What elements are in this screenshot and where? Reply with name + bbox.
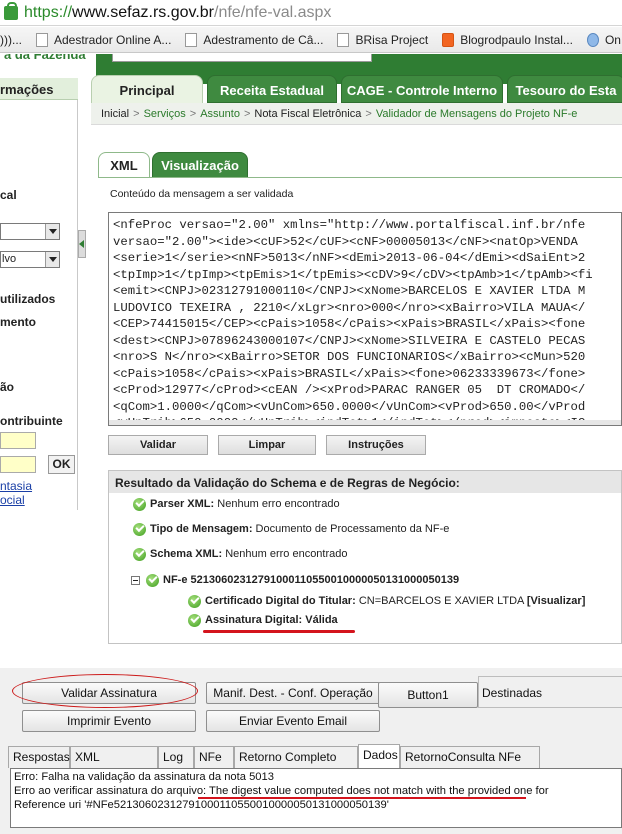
left-section-title: ontribuinte	[0, 414, 63, 428]
visualizar-link[interactable]: Visualizar	[531, 595, 582, 607]
destinadas-label: Destinadas	[482, 686, 543, 700]
collapse-panel-icon[interactable]	[78, 230, 86, 258]
highlight-underline	[203, 630, 355, 633]
chevron-down-icon	[45, 224, 59, 239]
imprimir-evento-button[interactable]: Imprimir Evento	[22, 710, 196, 732]
tab-retorno-completo[interactable]: Retorno Completo WS	[234, 746, 358, 784]
xml-line: <cPais>1058</cPais><xPais>BRASIL</xPais>…	[113, 366, 586, 381]
breadcrumb-item[interactable]: Assunto	[200, 108, 240, 120]
tab-dados[interactable]: Dados	[358, 744, 400, 768]
site-search-input[interactable]	[112, 54, 372, 62]
left-select-2[interactable]: lvo	[0, 251, 60, 268]
log-line: Erro ao verificar assinatura do arquivo:…	[14, 785, 549, 797]
log-line: Erro: Falha na validação da assinatura d…	[14, 771, 274, 783]
page-icon	[337, 32, 350, 47]
xml-line: <cProd>12977</cProd><cEAN /><xProd>PARAC…	[113, 383, 586, 397]
tab-visualizacao[interactable]: Visualização	[152, 152, 248, 178]
result-tipo: Tipo de Mensagem: Documento de Processam…	[150, 523, 450, 535]
left-select-1[interactable]	[0, 223, 60, 240]
breadcrumb-item[interactable]: Validador de Mensagens do Projeto NF-e	[376, 108, 578, 120]
highlight-oval	[12, 674, 198, 708]
check-icon	[146, 574, 159, 587]
tab-xml[interactable]: XML	[98, 152, 150, 178]
breadcrumb-item[interactable]: Serviços	[144, 108, 186, 120]
xml-line: <serie>1</serie><nNF>5013</nNF><dEmi>201…	[113, 251, 586, 265]
tab-receita-estadual[interactable]: Receita Estadual	[207, 75, 337, 103]
tab-log[interactable]: Log	[158, 746, 194, 768]
log-line: Reference uri '#NFe521306023127910001105…	[14, 799, 389, 811]
tab-respostas[interactable]: Respostas	[8, 746, 70, 768]
highlight-underline	[198, 797, 526, 799]
bookmark-item[interactable]: Adestramento de Câ...	[185, 32, 323, 47]
button1-button[interactable]: Button1	[378, 682, 478, 708]
content-label: Conteúdo da mensagem a ser validada	[110, 188, 294, 200]
result-nfe-node: NF-e 52130602312791000110550010000050131…	[163, 574, 460, 586]
main-tabs: Principal Receita Estadual CAGE - Contro…	[91, 75, 622, 103]
xml-textarea[interactable]: <nfeProc versao="2.00" xmlns="http://www…	[108, 212, 622, 426]
address-bar[interactable]: https://www.sefaz.rs.gov.br/nfe/nfe-val.…	[0, 0, 622, 26]
result-certificado: Certificado Digital do Titular: CN=BARCE…	[205, 595, 586, 607]
chevron-down-icon	[45, 252, 59, 267]
left-input-1[interactable]	[0, 432, 36, 449]
result-assinatura: Assinatura Digital: Válida	[205, 614, 338, 626]
check-icon	[133, 548, 146, 561]
ok-button[interactable]: OK	[48, 455, 75, 474]
tab-retorno-consulta[interactable]: RetornoConsulta NFe 2.01	[400, 746, 540, 784]
tab-principal[interactable]: Principal	[91, 75, 203, 103]
tab-cage[interactable]: CAGE - Controle Interno	[341, 75, 503, 103]
left-link[interactable]: ntasia	[0, 479, 32, 493]
left-link[interactable]: ocial	[0, 493, 25, 507]
xml-line: versao="2.00"><ide><cUF>52</cUF><cNF>000…	[113, 234, 578, 249]
page-icon	[36, 32, 48, 47]
bookmark-item[interactable]: Adestrador Online A...	[36, 32, 171, 47]
blogger-icon	[442, 32, 455, 47]
check-icon	[188, 614, 201, 627]
left-input-2[interactable]	[0, 456, 36, 473]
tab-xml-resposta[interactable]: XML Resposta	[70, 746, 158, 784]
result-schema: Schema XML: Nenhum erro encontrado	[150, 548, 348, 560]
xml-line: <nfeProc versao="2.00" xmlns="http://www…	[113, 218, 586, 232]
url-text[interactable]: https://www.sefaz.rs.gov.br/nfe/nfe-val.…	[24, 4, 331, 22]
lock-icon	[4, 1, 18, 20]
page-icon	[185, 32, 198, 47]
enviar-evento-button[interactable]: Enviar Evento Email	[206, 710, 380, 732]
breadcrumb-item[interactable]: Inicial	[101, 108, 129, 120]
bookmark-item[interactable]: Blogrodpaulo Instal...	[442, 32, 573, 47]
check-icon	[188, 595, 201, 608]
collapse-tree-icon[interactable]	[131, 576, 140, 585]
tab-divider	[98, 177, 622, 178]
xml-line: <CEP>74415015</CEP><cPais>1058</cPais><x…	[113, 317, 586, 331]
bookmark-item[interactable]: )))...	[0, 33, 22, 47]
instrucoes-button[interactable]: Instruções	[326, 435, 426, 455]
xml-line: <dest><CNPJ>07896243000107</CNPJ><xNome>…	[113, 333, 586, 348]
left-panel: rmações cal lvo utilizados mento ão ontr…	[0, 78, 78, 510]
app-tabs: Respostas XML Resposta Log NFe Retorno C…	[8, 744, 622, 784]
xml-line: <nro>S N</nro><xBairro>SETOR DOS FUNCION…	[113, 350, 586, 364]
result-parser: Parser XML: Nenhum erro encontrado	[150, 498, 340, 510]
horizontal-scrollbar[interactable]	[109, 420, 621, 425]
left-item[interactable]: cal	[0, 188, 17, 202]
tab-nfe[interactable]: NFe	[194, 746, 234, 768]
left-item[interactable]: mento	[0, 315, 36, 329]
limpar-button[interactable]: Limpar	[218, 435, 316, 455]
xml-line: <tpImp>1</tpImp><tpEmis>1</tpEmis><cDV>9…	[113, 267, 593, 282]
tab-tesouro[interactable]: Tesouro do Esta	[507, 75, 622, 103]
validar-button[interactable]: Validar	[108, 435, 208, 455]
bookmark-item[interactable]: BRisa Project	[337, 32, 428, 47]
left-item[interactable]: utilizados	[0, 292, 55, 306]
manif-dest-button[interactable]: Manif. Dest. - Conf. Operação	[206, 682, 380, 704]
breadcrumb: Inicial > Serviços > Assunto > Nota Fiscal Ele…	[91, 103, 622, 125]
xml-line: <qCom>1.0000</qCom><vUnCom>650.0000</vUn…	[113, 399, 586, 414]
check-icon	[133, 498, 146, 511]
xml-line: <emit><CNPJ>02312791000110</CNPJ><xNome>…	[113, 284, 586, 298]
bookmark-item[interactable]: On	[586, 32, 621, 47]
left-item[interactable]: ão	[0, 380, 14, 394]
globe-icon	[586, 32, 599, 47]
xml-line: LUDOVICO TEXEIRA , 2210</xLgr><nro>000</…	[113, 300, 586, 315]
left-panel-header: rmações	[0, 78, 78, 100]
result-title: Resultado da Validação do Schema e de Re…	[109, 471, 621, 493]
bookmarks-bar: )))... Adestrador Online A... Adestramen…	[0, 27, 622, 53]
check-icon	[133, 523, 146, 536]
breadcrumb-item[interactable]: Nota Fiscal Eletrônica	[254, 108, 361, 120]
